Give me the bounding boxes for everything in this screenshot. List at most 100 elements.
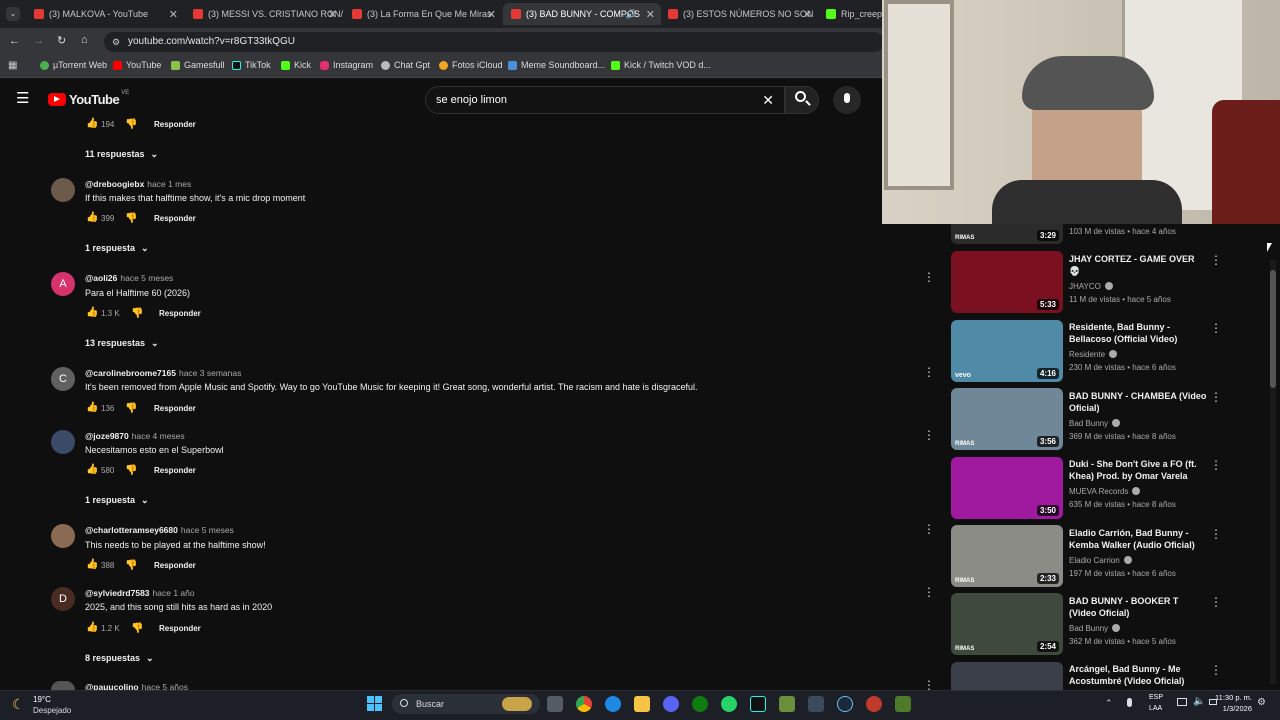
avatar[interactable] — [51, 178, 75, 202]
video-thumbnail[interactable]: RIMAS 3:29 — [951, 224, 1063, 244]
bookmark-instagram[interactable]: Instagram — [320, 60, 373, 70]
app-icon[interactable] — [866, 696, 882, 712]
bookmark-chatgpt[interactable]: Chat Gpt — [381, 60, 430, 70]
video-thumbnail[interactable]: vevo 4:16 — [951, 320, 1063, 382]
comment-author[interactable]: @dreboogiebx hace 1 mes — [85, 179, 191, 189]
dislike-icon[interactable]: 👎 — [125, 214, 137, 224]
search-button[interactable] — [785, 86, 819, 114]
comment-time[interactable]: hace 5 años — [142, 682, 188, 690]
discord-icon[interactable] — [663, 696, 679, 712]
video-title[interactable]: Residente, Bad Bunny - Bellacoso (Offici… — [1069, 321, 1207, 345]
video-channel[interactable]: Eladio Carrion — [1069, 556, 1132, 565]
comment-time[interactable]: hace 5 meses — [120, 273, 173, 283]
more-options-icon[interactable]: ⋮ — [923, 585, 935, 599]
video-title[interactable]: Duki - She Don't Give a FO (ft. Khea) Pr… — [1069, 458, 1207, 482]
video-channel[interactable]: JHAYCO — [1069, 282, 1113, 291]
reply-button[interactable]: Responder — [159, 309, 201, 318]
like-icon[interactable]: 👍 — [86, 213, 98, 223]
search-input[interactable]: se enojo limon ✕ — [425, 86, 785, 114]
network-icon[interactable] — [1177, 698, 1187, 706]
comment-time[interactable]: hace 5 meses — [181, 525, 234, 535]
video-channel[interactable]: Bad Bunny — [1069, 624, 1121, 633]
xbox-icon[interactable] — [692, 696, 708, 712]
back-icon[interactable]: ← — [9, 35, 20, 47]
tab-bad-bunny[interactable]: (3) BAD BUNNY - COMPOS 🔊 ✕ — [503, 3, 661, 25]
bookmark-tiktok[interactable]: TikTok — [232, 60, 271, 70]
like-icon[interactable]: 👍 — [86, 560, 98, 570]
input-layout[interactable]: LAA — [1149, 705, 1162, 712]
more-options-icon[interactable]: ⋮ — [1210, 321, 1222, 335]
dislike-icon[interactable]: 👎 — [131, 624, 143, 634]
comment-time[interactable]: hace 3 semanas — [179, 368, 241, 378]
file-explorer-icon[interactable] — [634, 696, 650, 712]
chrome-icon[interactable] — [576, 696, 592, 712]
youtube-logo[interactable]: YouTube VE — [48, 90, 129, 107]
video-thumbnail[interactable]: RIMAS 2:54 — [951, 593, 1063, 655]
comment-time[interactable]: hace 4 meses — [132, 431, 185, 441]
view-replies-button[interactable]: 13 respuestas ⌄ — [85, 338, 159, 349]
comment-time[interactable]: hace 1 año — [153, 588, 195, 598]
dislike-icon[interactable]: 👎 — [125, 120, 137, 130]
hamburger-menu-icon[interactable]: ☰ — [16, 91, 29, 106]
task-view-icon[interactable] — [547, 696, 563, 712]
tab-messi[interactable]: (3) MESSI VS. CRISTIANO RON/✕ — [185, 3, 343, 25]
tab-la-forma[interactable]: (3) La Forma En Que Me Miras ✕ — [344, 3, 502, 25]
tab-search-icon[interactable]: ⌄ — [6, 7, 20, 21]
comment-author[interactable]: @aoli26 hace 5 meses — [85, 273, 173, 283]
view-replies-button[interactable]: 8 respuestas ⌄ — [85, 653, 154, 664]
video-title[interactable]: Arcángel, Bad Bunny - Me Acostumbré (Vid… — [1069, 663, 1207, 690]
comment-author[interactable]: @carolinebroome7165 hace 3 semanas — [85, 368, 241, 378]
notifications-bell-icon[interactable]: ⚙ — [1257, 697, 1266, 708]
minecraft-icon[interactable] — [779, 696, 795, 712]
voice-search-button[interactable] — [833, 86, 861, 114]
reload-icon[interactable]: ↻ — [57, 34, 66, 47]
reply-button[interactable]: Responder — [154, 214, 196, 223]
video-thumbnail[interactable]: 3:50 — [951, 457, 1063, 519]
close-tab-icon[interactable]: ✕ — [328, 8, 337, 21]
apps-grid-icon[interactable]: ▦ — [8, 60, 17, 71]
hidden-icons-chevron-icon[interactable]: ⌃ — [1105, 698, 1113, 709]
bookmark-kick[interactable]: Kick — [281, 60, 311, 70]
microphone-icon[interactable] — [1127, 698, 1132, 707]
view-replies-button[interactable]: 1 respuesta ⌄ — [85, 243, 149, 254]
video-thumbnail[interactable]: RIMAS 2:33 — [951, 525, 1063, 587]
tab-rip-creepy[interactable]: Rip_creepy S — [818, 3, 882, 25]
avatar[interactable] — [51, 524, 75, 548]
like-icon[interactable]: 👍 — [86, 465, 98, 475]
reply-button[interactable]: Responder — [154, 404, 196, 413]
like-icon[interactable]: 👍 — [86, 119, 98, 129]
more-options-icon[interactable]: ⋮ — [923, 522, 935, 536]
more-options-icon[interactable]: ⋮ — [1210, 595, 1222, 609]
video-title[interactable]: BAD BUNNY - CHAMBEA (Video Oficial) — [1069, 390, 1207, 414]
taskbar-search-box[interactable]: Buscar — [392, 694, 540, 714]
video-thumbnail[interactable]: 5:33 — [951, 251, 1063, 313]
more-options-icon[interactable]: ⋮ — [1210, 390, 1222, 404]
whatsapp-icon[interactable] — [721, 696, 737, 712]
clock-time[interactable]: 11:30 p. m. — [1214, 693, 1252, 702]
dislike-icon[interactable]: 👎 — [125, 404, 137, 414]
close-tab-icon[interactable]: ✕ — [803, 8, 812, 21]
reply-button[interactable]: Responder — [159, 624, 201, 633]
weather-description[interactable]: Despejado — [33, 706, 71, 715]
steam-icon[interactable] — [837, 696, 853, 712]
edge-icon[interactable] — [605, 696, 621, 712]
home-icon[interactable]: ⌂ — [81, 34, 88, 46]
calculator-icon[interactable] — [808, 696, 824, 712]
close-tab-icon[interactable]: ✕ — [487, 8, 496, 21]
video-thumbnail[interactable] — [951, 662, 1063, 690]
reply-button[interactable]: Responder — [154, 466, 196, 475]
avatar[interactable] — [51, 430, 75, 454]
video-title[interactable]: BAD BUNNY - BOOKER T (Video Oficial) — [1069, 595, 1207, 619]
view-replies-button[interactable]: 1 respuesta ⌄ — [85, 495, 149, 506]
reply-button[interactable]: Responder — [154, 561, 196, 570]
bookmark-kick-twitch-vod[interactable]: Kick / Twitch VOD d... — [611, 60, 711, 70]
like-icon[interactable]: 👍 — [86, 308, 98, 318]
comment-author[interactable]: @charlotteramsey6680 hace 5 meses — [85, 525, 234, 535]
video-title[interactable]: Eladio Carrión, Bad Bunny - Kemba Walker… — [1069, 527, 1207, 551]
more-options-icon[interactable]: ⋮ — [1210, 663, 1222, 677]
site-info-icon[interactable]: ⚙ — [112, 32, 120, 52]
more-options-icon[interactable]: ⋮ — [923, 365, 935, 379]
avatar[interactable]: A — [51, 272, 75, 296]
more-options-icon[interactable]: ⋮ — [923, 270, 935, 284]
volume-icon[interactable]: 🔈 — [1193, 696, 1205, 707]
